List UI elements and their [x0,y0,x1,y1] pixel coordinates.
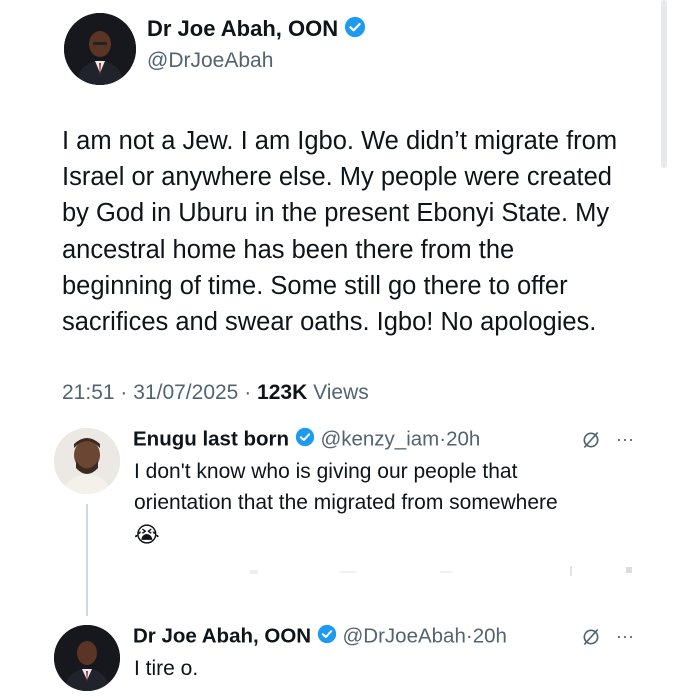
views-count: 123K [257,381,308,404]
reply-text: I tire o. [134,657,199,680]
separator-dot: · [465,624,473,648]
verified-badge-icon [295,427,315,453]
author-name[interactable]: Dr Joe Abah, OON [147,16,338,41]
faded-action-row [250,566,632,576]
author-avatar[interactable] [64,13,136,85]
tweet-time[interactable]: 21:51 [62,381,115,404]
reply-author-name[interactable]: Enugu last born [133,427,289,450]
reply-age[interactable]: 20h [473,624,507,647]
tweet-date[interactable]: 31/07/2025 [133,381,238,404]
reply-handle[interactable]: @DrJoeAbah [342,624,465,647]
reply-header: Dr Joe Abah, OON @DrJoeAbah·20h [133,624,507,650]
thread-connector-line [86,504,88,616]
reply-avatar[interactable] [54,625,120,691]
author-handle[interactable]: @DrJoeAbah [147,49,273,73]
reply-avatar[interactable] [54,428,120,494]
tweet-text: I am not a Jew. I am Igbo. We didn’t mig… [62,127,618,337]
verified-badge-icon [344,16,366,44]
reply-age[interactable]: 20h [446,427,480,450]
separator-dot: · [120,381,128,404]
reply-header: Enugu last born @kenzy_iam·20h [133,427,480,453]
author-name-row[interactable]: Dr Joe Abah, OON [147,16,366,44]
reply-emoji: 😭 [134,522,160,547]
tweet-meta: 21:51 · 31/07/2025 · 123K Views [62,381,369,405]
reply-author-name[interactable]: Dr Joe Abah, OON [133,624,311,647]
reply-text: I don't know who is giving our people th… [134,460,558,514]
reply-actions: ··· [581,429,634,450]
reply-actions: ··· [581,626,634,647]
views-label: Views [313,381,369,404]
verified-badge-icon [317,624,337,650]
grok-icon[interactable] [581,429,606,449]
more-icon[interactable]: ··· [616,626,634,646]
reply-handle[interactable]: @kenzy_iam [320,427,439,450]
grok-icon[interactable] [581,626,606,646]
separator-dot: · [244,381,252,404]
more-icon[interactable]: ··· [616,429,634,449]
